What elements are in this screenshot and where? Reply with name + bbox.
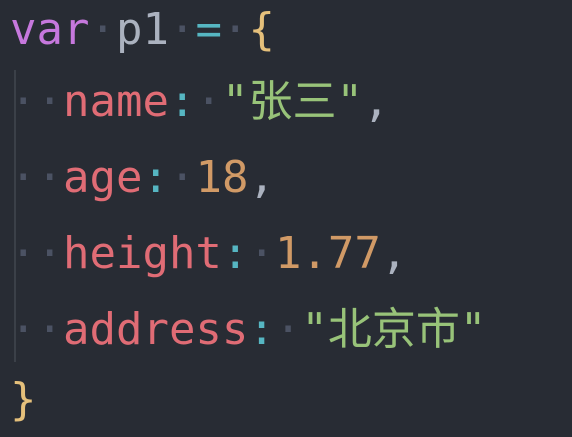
code-line-6: } [10,364,37,436]
code-line-5: ··address:·"北京市" [10,294,486,366]
indent-marker: ·· [10,76,63,127]
code-line-4: ··height:·1.77, [10,218,407,290]
whitespace-marker: · [89,4,116,55]
variable-name: p1 [115,4,169,55]
number-value-age: 18 [195,152,249,203]
indent-marker: ·· [10,152,63,203]
property-key-name: name [62,76,169,127]
string-value-address: "北京市" [301,304,487,355]
whitespace-marker: · [195,76,222,127]
whitespace-marker: · [221,4,249,55]
brace-close: } [10,374,37,425]
property-key-address: address [62,304,249,355]
assign-operator: = [195,4,222,55]
colon: : [248,304,275,355]
comma: , [380,228,408,279]
property-key-age: age [62,152,143,203]
colon: : [221,228,249,279]
colon: : [142,152,169,203]
number-value-height: 1.77 [274,228,381,279]
whitespace-marker: · [274,304,302,355]
brace-open: { [248,4,275,55]
comma: , [362,76,390,127]
comma: , [248,152,275,203]
colon: : [168,76,196,127]
string-value-name: "张三" [221,76,363,127]
whitespace-marker: · [248,228,275,279]
code-line-1: var·p1·=·{ [10,0,275,66]
code-line-3: ··age:·18, [10,142,275,214]
indent-marker: ·· [10,304,63,355]
code-editor[interactable]: var·p1·=·{ ··name:·"张三", ··age:·18, ··he… [0,0,572,437]
whitespace-marker: · [168,152,196,203]
whitespace-marker: · [168,4,196,55]
code-line-2: ··name:·"张三", [10,66,389,138]
keyword-var: var [10,4,90,55]
indent-marker: ·· [10,228,63,279]
property-key-height: height [62,228,222,279]
